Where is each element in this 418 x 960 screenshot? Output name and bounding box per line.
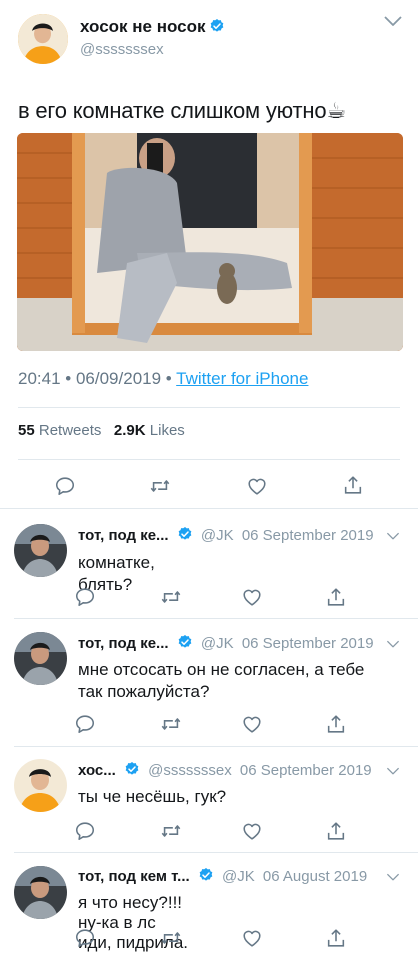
reply-text-line: комнатке,: [78, 553, 155, 572]
retweet-icon[interactable]: [149, 475, 171, 497]
reply-text-line: мне отсосать он не согласен, а тебе: [78, 660, 365, 679]
reply-avatar[interactable]: [14, 759, 67, 812]
share-icon[interactable]: [342, 474, 364, 496]
meta-separator: •: [65, 369, 72, 388]
reply-display-name[interactable]: тот, под кем т...: [78, 868, 190, 885]
reply-header: тот, под кем т... @JK 06 August 2019: [78, 867, 367, 885]
reply-header: тот, под ке... @JK 06 September 2019: [78, 526, 374, 544]
share-icon[interactable]: [325, 927, 347, 949]
verified-badge-icon: [209, 18, 225, 34]
reply-display-name[interactable]: тот, под ке...: [78, 635, 169, 652]
reply-date: 06 August 2019: [262, 868, 368, 885]
reply-icon[interactable]: [74, 820, 96, 842]
retweet-icon[interactable]: [160, 713, 182, 735]
reply-header: тот, под ке... @JK 06 September 2019: [78, 634, 374, 652]
like-icon[interactable]: [241, 586, 263, 608]
divider: [18, 407, 400, 408]
reply-tweet[interactable]: тот, под ке... @JK 06 September 2019 ком…: [0, 509, 418, 615]
main-tweet: хосок не носок @sssssssex в его комнатке…: [0, 0, 418, 505]
like-icon[interactable]: [241, 927, 263, 949]
author-display-name[interactable]: хосок не носок: [80, 17, 225, 37]
chevron-down-icon[interactable]: [386, 766, 400, 776]
reply-text-line: так пожалуйста?: [78, 682, 210, 701]
like-icon[interactable]: [241, 713, 263, 735]
reply-tweet[interactable]: тот, под ке... @JK 06 September 2019 мне…: [0, 619, 418, 745]
tweet-text: в его комнатке слишком уютно☕: [18, 98, 346, 123]
reply-date: 06 September 2019: [239, 762, 372, 779]
verified-badge-icon: [198, 867, 214, 883]
likes-label: Likes: [149, 422, 185, 439]
author-handle[interactable]: @sssssssex: [80, 41, 164, 58]
verified-badge-icon: [177, 634, 193, 650]
reply-avatar[interactable]: [14, 632, 67, 685]
divider: [18, 459, 400, 460]
share-icon[interactable]: [325, 586, 347, 608]
likes-count: 2.9K: [113, 422, 146, 439]
meta-separator-2: •: [165, 369, 172, 388]
reply-handle[interactable]: @sssssssex: [148, 762, 232, 779]
like-icon[interactable]: [241, 820, 263, 842]
reply-text: мне отсосать он не согласен, а тебе так …: [78, 659, 364, 703]
reply-icon[interactable]: [74, 713, 96, 735]
share-icon[interactable]: [325, 713, 347, 735]
reply-display-name[interactable]: тот, под ке...: [78, 527, 169, 544]
reply-text-line: ты че несёшь, гук?: [78, 787, 227, 806]
reply-header: хос... @sssssssex 06 September 2019: [78, 761, 372, 779]
author-name-text: хосок не носок: [80, 17, 206, 36]
tweet-photo[interactable]: [17, 133, 403, 351]
likes-stat[interactable]: 2.9K Likes: [114, 422, 185, 439]
reply-icon[interactable]: [54, 475, 76, 497]
tweet-stats: 55 Retweets 2.9K Likes: [18, 422, 185, 439]
reply-date: 06 September 2019: [241, 635, 374, 652]
tweet-source-link[interactable]: Twitter for iPhone: [176, 369, 308, 388]
reply-date: 06 September 2019: [241, 527, 374, 544]
retweets-count: 55: [18, 422, 35, 439]
reply-avatar[interactable]: [14, 866, 67, 919]
author-avatar[interactable]: [18, 14, 68, 64]
retweet-icon[interactable]: [160, 586, 182, 608]
reply-icon[interactable]: [74, 927, 96, 949]
reply-handle[interactable]: @JK: [222, 868, 255, 885]
reply-handle[interactable]: @JK: [201, 527, 234, 544]
reply-text: ты че несёшь, гук?: [78, 786, 226, 808]
reply-avatar[interactable]: [14, 524, 67, 577]
chevron-down-icon[interactable]: [386, 872, 400, 882]
retweet-icon[interactable]: [160, 820, 182, 842]
chevron-down-icon[interactable]: [383, 14, 403, 28]
reply-icon[interactable]: [74, 586, 96, 608]
chevron-down-icon[interactable]: [386, 531, 400, 541]
reply-handle[interactable]: @JK: [201, 635, 234, 652]
retweets-stat[interactable]: 55 Retweets: [18, 422, 101, 439]
verified-badge-icon: [124, 761, 140, 777]
tweet-meta: 20:41 • 06/09/2019 • Twitter for iPhone: [18, 369, 308, 389]
retweet-icon[interactable]: [160, 927, 182, 949]
share-icon[interactable]: [325, 820, 347, 842]
reply-tweet[interactable]: хос... @sssssssex 06 September 2019 ты ч…: [0, 747, 418, 851]
verified-badge-icon: [177, 526, 193, 542]
reply-tweet[interactable]: тот, под кем т... @JK 06 August 2019 я ч…: [0, 853, 418, 960]
chevron-down-icon[interactable]: [386, 639, 400, 649]
retweets-label: Retweets: [38, 422, 102, 439]
reply-display-name[interactable]: хос...: [78, 762, 116, 779]
reply-text-line: я что несу?!!!: [78, 893, 183, 912]
tweet-date: 06/09/2019: [75, 369, 162, 388]
like-icon[interactable]: [246, 475, 268, 497]
tweet-time: 20:41: [18, 369, 61, 388]
